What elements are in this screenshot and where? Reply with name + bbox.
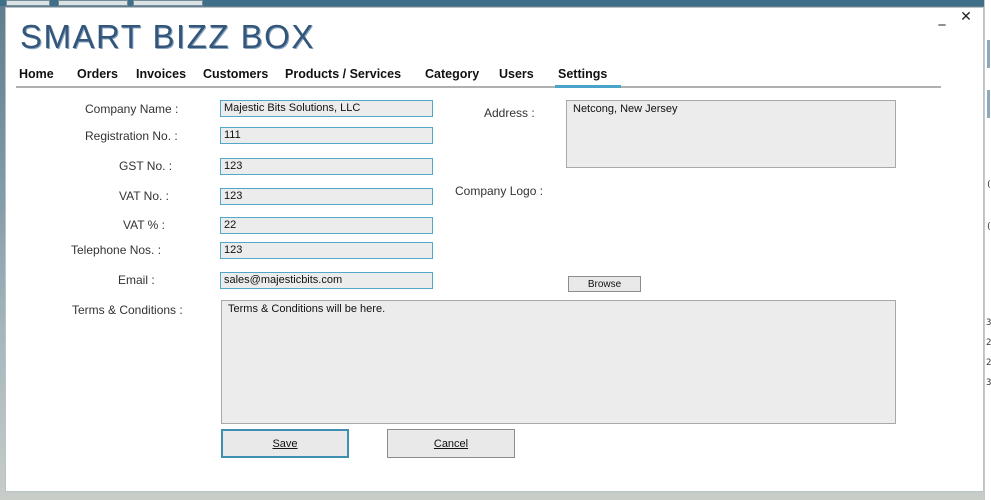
gst-no-label: GST No. : (119, 159, 173, 173)
app-logo: SMART BIZZ BOX (20, 18, 315, 55)
address-field[interactable]: Netcong, New Jersey (566, 100, 896, 168)
save-button[interactable]: Save (221, 429, 349, 458)
nav-invoices[interactable]: Invoices (136, 67, 186, 81)
email-field[interactable]: sales@majesticbits.com (220, 272, 433, 289)
vat-percent-field[interactable]: 22 (220, 217, 433, 234)
address-label: Address : (484, 106, 535, 120)
registration-no-label: Registration No. : (85, 129, 178, 143)
terms-field[interactable]: Terms & Conditions will be here. (221, 300, 896, 424)
desktop-tab (58, 0, 128, 6)
nav-users[interactable]: Users (499, 67, 534, 81)
nav-category[interactable]: Category (425, 67, 479, 81)
minimize-button[interactable]: _ (934, 10, 950, 26)
vat-no-field[interactable]: 123 (220, 188, 433, 205)
nav-orders[interactable]: Orders (77, 67, 118, 81)
email-label: Email : (118, 273, 155, 287)
main-nav: Home Orders Invoices Customers Products … (6, 67, 946, 87)
app-window: _ ✕ SMART BIZZ BOX Home Orders Invoices … (5, 7, 984, 492)
background-char: 2 (986, 338, 991, 348)
nav-customers[interactable]: Customers (203, 67, 268, 81)
nav-home[interactable]: Home (19, 67, 54, 81)
save-button-label: Save (272, 437, 298, 450)
background-char: ( (986, 222, 991, 232)
nav-divider (16, 86, 941, 88)
background-window-bar (987, 40, 990, 68)
background-char: 3 (986, 318, 991, 328)
vat-percent-label: VAT % : (123, 218, 166, 232)
desktop-tab (133, 0, 203, 6)
company-name-label: Company Name : (85, 102, 179, 116)
telephone-field[interactable]: 123 (220, 242, 433, 259)
vat-no-label: VAT No. : (119, 189, 170, 203)
background-char: 3 (986, 378, 991, 388)
background-window-bar (987, 90, 990, 118)
background-window: ( ( 3 2 2 3 (984, 0, 991, 500)
close-button[interactable]: ✕ (958, 9, 974, 25)
company-logo-label: Company Logo : (455, 184, 544, 198)
background-char: ( (986, 180, 991, 190)
registration-no-field[interactable]: 111 (220, 127, 433, 144)
nav-products-services[interactable]: Products / Services (285, 67, 401, 81)
nav-settings[interactable]: Settings (558, 67, 607, 81)
browse-button[interactable]: Browse (568, 276, 641, 292)
cancel-button[interactable]: Cancel (387, 429, 515, 458)
cancel-button-label: Cancel (433, 437, 469, 450)
nav-active-indicator (555, 85, 621, 88)
telephone-label: Telephone Nos. : (71, 243, 162, 257)
gst-no-field[interactable]: 123 (220, 158, 433, 175)
background-char: 2 (986, 358, 991, 368)
desktop-tab (6, 0, 50, 6)
company-name-field[interactable]: Majestic Bits Solutions, LLC (220, 100, 433, 117)
terms-label: Terms & Conditions : (72, 303, 183, 317)
